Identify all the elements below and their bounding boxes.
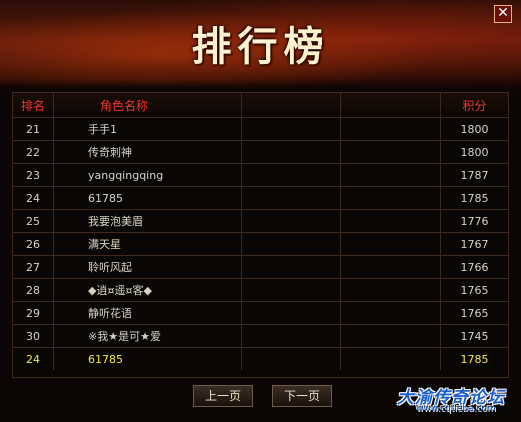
- self-name: 61785: [53, 347, 242, 370]
- row-empty: [340, 163, 441, 187]
- row-empty: [241, 140, 341, 164]
- row-name: 手手1: [53, 117, 242, 141]
- row-rank: 25: [13, 209, 54, 233]
- row-empty: [241, 209, 341, 233]
- row-name: ※我★是可★爱: [53, 324, 242, 348]
- header-blank-2: [340, 93, 441, 118]
- row-score: 1800: [440, 140, 508, 164]
- row-empty: [340, 347, 441, 370]
- row-empty: [340, 278, 441, 302]
- table-row[interactable]: 26 满天星 1767: [13, 232, 508, 256]
- table-row[interactable]: 28 ◆逍¤遥¤客◆ 1765: [13, 278, 508, 302]
- row-empty: [241, 163, 341, 187]
- window-title: 排行榜: [191, 23, 330, 70]
- row-name: 静听花语: [53, 301, 242, 325]
- header-rank: 排名: [13, 93, 54, 118]
- table-row[interactable]: 29 静听花语 1765: [13, 301, 508, 325]
- self-score: 1785: [440, 347, 508, 370]
- row-score: 1800: [440, 117, 508, 141]
- row-empty: [241, 255, 341, 279]
- row-score: 1787: [440, 163, 508, 187]
- row-score: 1765: [440, 301, 508, 325]
- row-rank: 28: [13, 278, 54, 302]
- row-empty: [241, 347, 341, 370]
- ranking-table: 排名 角色名称 积分 21 手手1 1800 22 传奇刺神 1800 23 y…: [13, 93, 508, 370]
- row-rank: 22: [13, 140, 54, 164]
- row-empty: [241, 324, 341, 348]
- table-row[interactable]: 25 我要泡美眉 1776: [13, 209, 508, 233]
- row-name: 我要泡美眉: [53, 209, 242, 233]
- row-name: 满天星: [53, 232, 242, 256]
- row-rank: 24: [13, 186, 54, 210]
- table-row[interactable]: 22 传奇刺神 1800: [13, 140, 508, 164]
- row-empty: [340, 232, 441, 256]
- row-rank: 26: [13, 232, 54, 256]
- watermark-url: www.cqtieba.com: [416, 404, 496, 414]
- row-empty: [340, 255, 441, 279]
- close-icon[interactable]: ✕: [494, 5, 512, 23]
- row-rank: 30: [13, 324, 54, 348]
- row-score: 1776: [440, 209, 508, 233]
- title-banner: 排行榜: [0, 0, 521, 90]
- row-rank: 23: [13, 163, 54, 187]
- row-empty: [340, 324, 441, 348]
- ranking-table-frame: 排名 角色名称 积分 21 手手1 1800 22 传奇刺神 1800 23 y…: [12, 92, 509, 378]
- table-header-row: 排名 角色名称 积分: [13, 93, 508, 118]
- table-row[interactable]: 27 聆听风起 1766: [13, 255, 508, 279]
- row-score: 1745: [440, 324, 508, 348]
- self-rank: 24: [13, 347, 54, 370]
- row-empty: [241, 117, 341, 141]
- row-empty: [340, 301, 441, 325]
- row-empty: [340, 117, 441, 141]
- row-rank: 27: [13, 255, 54, 279]
- row-name: ◆逍¤遥¤客◆: [53, 278, 242, 302]
- row-empty: [241, 232, 341, 256]
- header-role-name: 角色名称: [53, 93, 242, 118]
- row-name: yangqingqing: [53, 163, 242, 187]
- row-score: 1765: [440, 278, 508, 302]
- row-name: 传奇刺神: [53, 140, 242, 164]
- row-empty: [340, 186, 441, 210]
- row-rank: 21: [13, 117, 54, 141]
- row-empty: [241, 186, 341, 210]
- next-page-button[interactable]: 下一页: [272, 385, 332, 407]
- row-empty: [241, 301, 341, 325]
- row-rank: 29: [13, 301, 54, 325]
- row-empty: [241, 278, 341, 302]
- table-row[interactable]: 21 手手1 1800: [13, 117, 508, 141]
- table-row[interactable]: 24 61785 1785: [13, 186, 508, 210]
- table-row[interactable]: 30 ※我★是可★爱 1745: [13, 324, 508, 348]
- header-blank-1: [241, 93, 341, 118]
- row-name: 61785: [53, 186, 242, 210]
- prev-page-button[interactable]: 上一页: [193, 385, 253, 407]
- ranking-window: 排行榜 ✕ 排名 角色名称 积分 21 手手1 1800 22 传奇刺神 180…: [0, 0, 521, 422]
- row-score: 1785: [440, 186, 508, 210]
- row-name: 聆听风起: [53, 255, 242, 279]
- table-row[interactable]: 23 yangqingqing 1787: [13, 163, 508, 187]
- self-rank-row[interactable]: 24 61785 1785: [13, 347, 508, 370]
- row-empty: [340, 209, 441, 233]
- row-empty: [340, 140, 441, 164]
- row-score: 1767: [440, 232, 508, 256]
- row-score: 1766: [440, 255, 508, 279]
- header-score: 积分: [440, 93, 508, 118]
